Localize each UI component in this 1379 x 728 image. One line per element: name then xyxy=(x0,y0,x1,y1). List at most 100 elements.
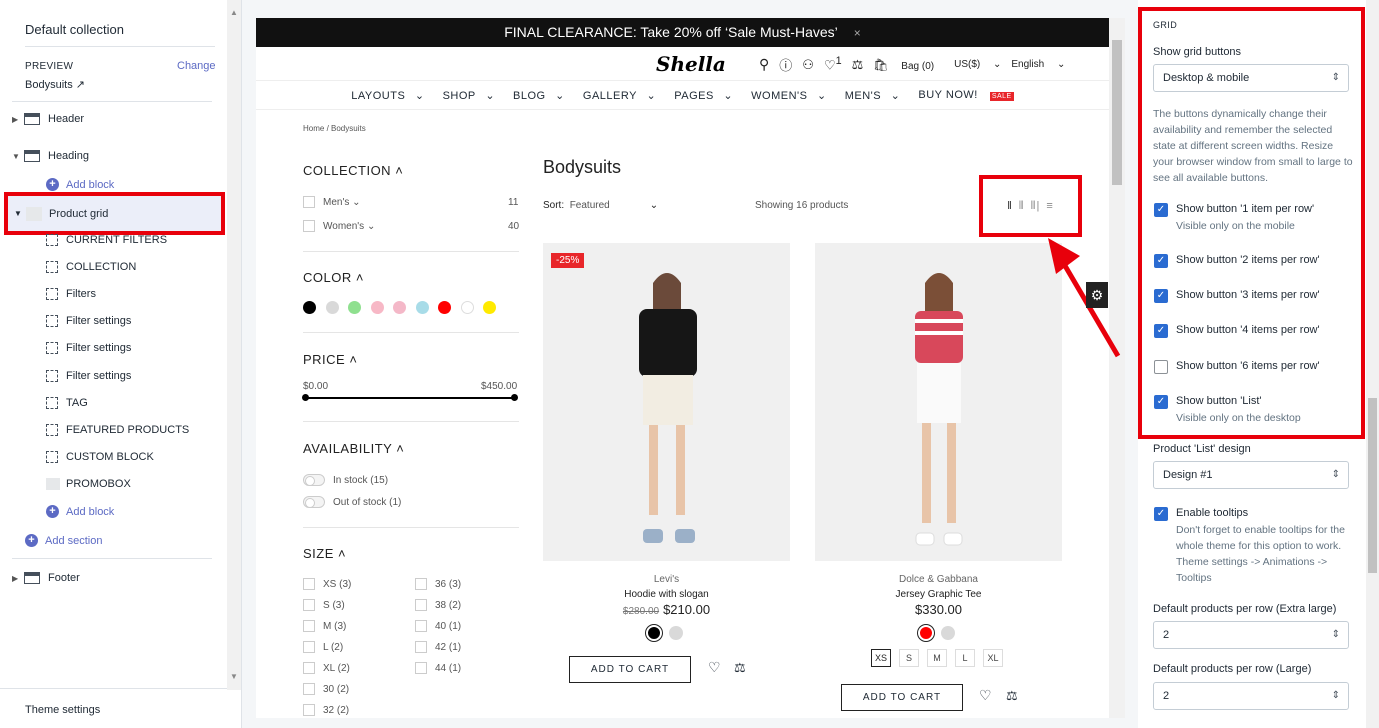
scrollbar-thumb[interactable] xyxy=(1368,398,1377,573)
currency-select[interactable]: US($) ⌄ xyxy=(954,59,1001,70)
toggle-switch[interactable] xyxy=(303,496,325,508)
block-item[interactable]: COLLECTION xyxy=(46,261,136,273)
filter-collection-heading[interactable]: COLLECTION ˄ xyxy=(303,163,403,178)
nav-mens[interactable]: MEN'S ⌄ xyxy=(839,89,901,102)
l-per-row-select[interactable]: 2 xyxy=(1153,682,1349,710)
size-option[interactable]: M (3) xyxy=(303,620,346,632)
block-item[interactable]: TAG xyxy=(46,397,88,409)
checkbox[interactable] xyxy=(303,196,315,208)
wishlist-icon[interactable]: ♡1 xyxy=(824,55,842,73)
compare-icon[interactable]: ⚖ xyxy=(1006,688,1018,704)
size-option[interactable]: 36 (3) xyxy=(415,578,461,590)
add-block-button[interactable]: + Add block xyxy=(46,178,114,191)
change-link[interactable]: Change xyxy=(177,60,216,72)
checkbox-checked-icon[interactable]: ✓ xyxy=(1154,289,1168,303)
nav-womens[interactable]: WOMEN'S ⌄ xyxy=(745,89,827,102)
color-swatch[interactable] xyxy=(646,625,662,641)
color-swatch[interactable] xyxy=(460,301,474,314)
check-2-items[interactable]: ✓ Show button '2 items per row' xyxy=(1154,254,1320,268)
list-view-icon[interactable]: ≡ xyxy=(1046,200,1053,212)
theme-settings-link[interactable]: Theme settings xyxy=(25,704,100,716)
compare-icon[interactable]: ⚖ xyxy=(852,57,864,73)
add-to-cart-button[interactable]: ADD TO CART xyxy=(569,656,691,683)
block-item[interactable]: PROMOBOX xyxy=(46,478,131,490)
color-swatch[interactable] xyxy=(941,626,955,640)
filter-price-heading[interactable]: PRICE ˄ xyxy=(303,352,357,367)
color-swatch[interactable] xyxy=(483,301,496,314)
size-option[interactable]: XL (2) xyxy=(303,662,350,674)
product-image[interactable]: -25% xyxy=(543,243,790,561)
add-block-button[interactable]: + Add block xyxy=(46,505,114,518)
checkbox-checked-icon[interactable]: ✓ xyxy=(1154,395,1168,409)
size-option[interactable]: 44 (1) xyxy=(415,662,461,674)
checkbox[interactable] xyxy=(303,683,315,695)
preview-scrollbar[interactable] xyxy=(1109,18,1125,718)
color-swatch[interactable] xyxy=(303,301,316,314)
checkbox-checked-icon[interactable]: ✓ xyxy=(1154,203,1168,217)
checkbox[interactable] xyxy=(303,220,315,232)
nav-layouts[interactable]: LAYOUTS ⌄ xyxy=(345,89,424,102)
filter-availability-heading[interactable]: AVAILABILITY ˄ xyxy=(303,441,404,456)
checkbox[interactable] xyxy=(415,578,427,590)
section-header[interactable]: ▶ Header xyxy=(12,113,84,125)
size-option[interactable]: 42 (1) xyxy=(415,641,461,653)
checkbox[interactable] xyxy=(415,599,427,611)
filter-mens[interactable]: Men's ⌄ xyxy=(303,196,361,208)
checkbox[interactable] xyxy=(303,620,315,632)
size-option[interactable]: XS xyxy=(871,649,891,667)
show-grid-select[interactable]: Desktop & mobile xyxy=(1153,64,1349,92)
filter-color-heading[interactable]: COLOR ˄ xyxy=(303,270,364,285)
filter-size-heading[interactable]: SIZE ˄ xyxy=(303,546,346,561)
product-name[interactable]: Hoodie with slogan xyxy=(543,589,790,600)
list-design-select[interactable]: Design #1 xyxy=(1153,461,1349,489)
size-option[interactable]: 40 (1) xyxy=(415,620,461,632)
checkbox-checked-icon[interactable]: ✓ xyxy=(1154,507,1168,521)
size-option[interactable]: S xyxy=(899,649,919,667)
color-swatch[interactable] xyxy=(348,301,361,314)
scroll-down-icon[interactable]: ▼ xyxy=(230,672,238,681)
check-6-items[interactable]: Show button '6 items per row' xyxy=(1154,360,1320,374)
check-1-item[interactable]: ✓ Show button '1 item per row' Visible onl… xyxy=(1154,203,1314,232)
filter-out-of-stock[interactable]: Out of stock (1) xyxy=(303,496,401,508)
store-logo[interactable]: Shella xyxy=(656,52,726,76)
nav-blog[interactable]: BLOG ⌄ xyxy=(507,89,565,102)
filter-womens[interactable]: Women's ⌄ xyxy=(303,220,375,232)
nav-buy-now[interactable]: BUY NOW! SALE xyxy=(912,89,1019,101)
block-item[interactable]: CUSTOM BLOCK xyxy=(46,451,154,463)
product-name[interactable]: Jersey Graphic Tee xyxy=(815,589,1062,600)
xl-per-row-select[interactable]: 2 xyxy=(1153,621,1349,649)
section-product-grid[interactable]: ▼ Product grid xyxy=(4,192,225,235)
scroll-up-icon[interactable]: ▲ xyxy=(230,8,238,17)
check-3-items[interactable]: ✓ Show button '3 items per row' xyxy=(1154,289,1320,303)
block-item[interactable]: Filters xyxy=(46,288,96,300)
block-item[interactable]: Filter settings xyxy=(46,342,131,354)
scrollbar-thumb[interactable] xyxy=(1112,40,1122,185)
search-icon[interactable]: ⚲ xyxy=(759,56,769,73)
color-swatch[interactable] xyxy=(918,625,934,641)
settings-gear-icon[interactable]: ⚙ xyxy=(1086,282,1108,308)
size-option[interactable]: M xyxy=(927,649,947,667)
filter-in-stock[interactable]: In stock (15) xyxy=(303,474,388,486)
checkbox[interactable] xyxy=(303,662,315,674)
size-option[interactable]: XL xyxy=(983,649,1003,667)
size-option[interactable]: S (3) xyxy=(303,599,345,611)
price-slider[interactable] xyxy=(302,394,518,401)
nav-pages[interactable]: PAGES ⌄ xyxy=(668,89,733,102)
color-swatch[interactable] xyxy=(393,301,406,314)
close-icon[interactable]: × xyxy=(854,26,861,40)
checkbox-unchecked-icon[interactable] xyxy=(1154,360,1168,374)
block-item[interactable]: CURRENT FILTERS xyxy=(46,234,167,246)
block-item[interactable]: Filter settings xyxy=(46,315,131,327)
check-4-items[interactable]: ✓ Show button '4 items per row' xyxy=(1154,324,1320,338)
nav-gallery[interactable]: GALLERY ⌄ xyxy=(577,89,656,102)
color-swatch[interactable] xyxy=(438,301,451,314)
size-option[interactable]: 30 (2) xyxy=(303,683,349,695)
size-option[interactable]: XS (3) xyxy=(303,578,351,590)
compare-icon[interactable]: ⚖ xyxy=(734,660,746,676)
size-option[interactable]: 38 (2) xyxy=(415,599,461,611)
language-select[interactable]: English ⌄ xyxy=(1011,59,1065,70)
block-item[interactable]: Filter settings xyxy=(46,370,131,382)
add-section-button[interactable]: + Add section xyxy=(25,534,102,547)
checkbox[interactable] xyxy=(303,599,315,611)
product-image[interactable] xyxy=(815,243,1062,561)
